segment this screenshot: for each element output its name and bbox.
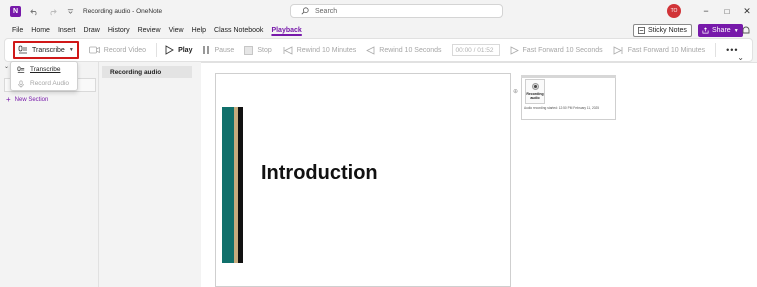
menu-draw[interactable]: Draw — [83, 27, 99, 34]
close-button[interactable]: ✕ — [741, 5, 753, 17]
user-avatar[interactable]: TO — [667, 4, 681, 18]
chevron-down-icon: ▼ — [733, 27, 739, 34]
share-label: Share — [712, 27, 731, 34]
record-video-button[interactable]: Record Video — [88, 45, 147, 55]
fast-forward-10-seconds-button[interactable]: Fast Forward 10 Seconds — [510, 45, 603, 55]
fast-forward-10-minutes-label: Fast Forward 10 Minutes — [627, 46, 706, 54]
sticky-notes-icon — [638, 27, 645, 34]
audio-label-line2: audio — [530, 96, 540, 100]
transcribe-dropdown-menu: Transcribe Record Audio — [10, 61, 78, 91]
sticky-notes-button[interactable]: Sticky Notes — [633, 24, 692, 37]
plus-icon: + — [6, 95, 11, 104]
onenote-app-icon: N — [10, 5, 21, 17]
fast-forward-10-minutes-button[interactable]: Fast Forward 10 Minutes — [613, 45, 706, 55]
rewind-10-seconds-button[interactable]: Rewind 10 Seconds — [366, 45, 442, 55]
pause-button[interactable]: Pause — [202, 45, 234, 55]
new-section-label: New Section — [14, 96, 49, 103]
share-button[interactable]: Share ▼ — [698, 24, 743, 37]
redo-icon[interactable] — [47, 6, 57, 16]
search-box[interactable]: Search — [290, 4, 503, 18]
transcribe-icon — [17, 65, 25, 73]
new-section-button[interactable]: + New Section — [6, 95, 48, 104]
stop-icon — [244, 45, 254, 55]
slide-title: Introduction — [261, 162, 378, 184]
undo-icon[interactable] — [29, 6, 39, 16]
minimize-button[interactable]: − — [700, 5, 712, 17]
play-icon — [165, 45, 174, 55]
pages-pane — [98, 62, 201, 287]
dropdown-record-audio-label: Record Audio — [30, 80, 70, 87]
maximize-button[interactable]: □ — [721, 5, 733, 17]
stop-button[interactable]: Stop — [244, 45, 272, 55]
sticky-notes-label: Sticky Notes — [648, 27, 687, 34]
note-container-top-bar[interactable] — [521, 75, 616, 78]
rewind-10-seconds-label: Rewind 10 Seconds — [379, 46, 442, 54]
menu-class-notebook[interactable]: Class Notebook — [214, 27, 263, 34]
share-icon — [702, 27, 709, 34]
playback-ribbon: Transcribe ▼ Record Video Play Pause Sto… — [4, 38, 753, 62]
chevron-down-icon: ▼ — [68, 47, 74, 53]
audio-recording-attachment[interactable]: Recording audio — [525, 79, 545, 104]
microphone-icon — [18, 79, 24, 88]
fast-forward-10-seconds-label: Fast Forward 10 Seconds — [522, 46, 603, 54]
audio-recording-caption: Audio recording started: 12:50 PM Februa… — [524, 106, 600, 110]
record-video-label: Record Video — [103, 46, 147, 54]
rewind-icon — [283, 45, 293, 55]
pause-label: Pause — [214, 46, 235, 54]
fast-forward-icon — [613, 45, 623, 55]
chevron-down-icon[interactable]: ⌄ — [4, 63, 9, 70]
audio-attachment-label: Recording audio — [526, 92, 543, 100]
menu-file[interactable]: File — [12, 27, 23, 34]
rewind-10-minutes-label: Rewind 10 Minutes — [296, 46, 357, 54]
play-label: Play — [178, 46, 193, 54]
slide-decoration-black — [238, 107, 243, 263]
chevron-down-icon[interactable]: ⌄ — [737, 53, 744, 62]
search-icon — [301, 7, 309, 15]
pause-icon — [203, 46, 210, 54]
video-camera-icon — [88, 46, 100, 54]
transcribe-label: Transcribe — [32, 46, 65, 54]
search-placeholder: Search — [315, 7, 338, 15]
dropdown-item-record-audio[interactable]: Record Audio — [11, 77, 77, 90]
menu-review[interactable]: Review — [138, 27, 161, 34]
play-button[interactable]: Play — [165, 45, 192, 55]
rewind-10-minutes-button[interactable]: Rewind 10 Minutes — [282, 45, 357, 55]
menu-playback[interactable]: Playback — [271, 27, 301, 34]
ribbon-divider — [156, 43, 158, 57]
menu-view[interactable]: View — [169, 27, 184, 34]
menu-home[interactable]: Home — [31, 27, 50, 34]
ribbon-divider — [715, 43, 717, 57]
transcribe-icon — [18, 45, 27, 54]
menu-insert[interactable]: Insert — [58, 27, 76, 34]
window-title: Recording audio - OneNote — [83, 7, 163, 15]
customize-toolbar-icon[interactable] — [65, 6, 75, 16]
note-container-handle-icon[interactable]: ⊕ — [513, 88, 518, 95]
playback-time-display: 00:00 / 01:52 — [451, 44, 500, 56]
transcribe-button[interactable]: Transcribe ▼ — [13, 41, 79, 59]
activity-icon[interactable] — [741, 25, 751, 37]
audio-icon — [531, 83, 539, 90]
rewind-icon — [366, 45, 375, 55]
menu-help[interactable]: Help — [192, 27, 206, 34]
menu-history[interactable]: History — [108, 27, 130, 34]
page-item-recording-audio[interactable]: Recording audio — [102, 66, 192, 78]
slide-decoration-teal — [222, 107, 234, 263]
fast-forward-icon — [510, 45, 519, 55]
dropdown-item-transcribe[interactable]: Transcribe — [11, 63, 77, 76]
dropdown-transcribe-label: Transcribe — [30, 66, 61, 73]
stop-label: Stop — [257, 46, 272, 54]
